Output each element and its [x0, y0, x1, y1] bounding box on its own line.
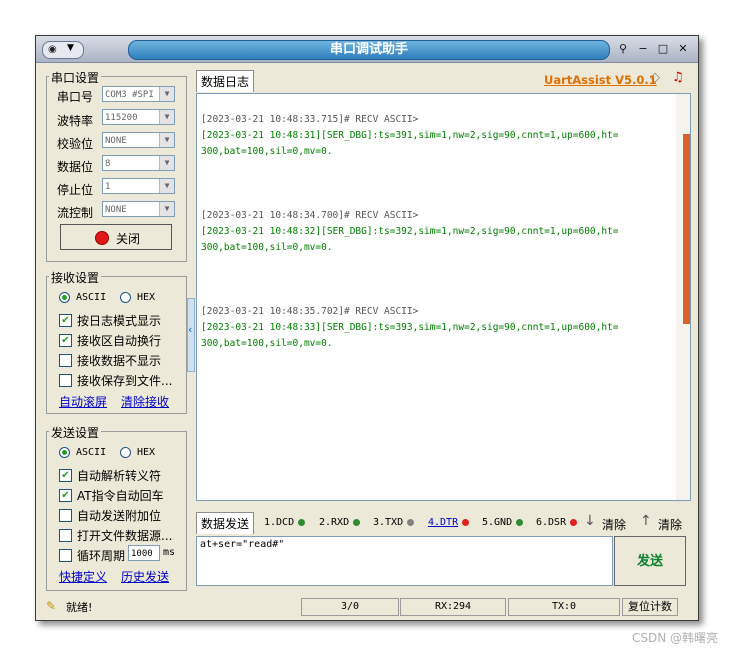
parse-escape-checkbox[interactable]: ✔ 自动解析转义符	[59, 467, 161, 484]
close-port-label: 关闭	[116, 232, 141, 246]
serial-settings-title: 串口设置	[49, 69, 102, 86]
flow-select[interactable]: NONE ▼	[102, 201, 175, 217]
brand-link[interactable]: UartAssist V5.0.1	[544, 73, 657, 87]
arrow-down-icon[interactable]: ↓	[584, 513, 596, 529]
panel-toggle-handle[interactable]: ‹	[187, 298, 195, 372]
rx-box: RX:294	[400, 598, 506, 616]
red-status-icon	[95, 231, 109, 245]
log-line-2a: [2023-03-21 10:48:32][SER_DBG]:ts=392,si…	[201, 226, 619, 237]
chevron-down-icon: ▼	[159, 202, 174, 216]
eye-icon: ◉	[48, 44, 57, 55]
hide-data-checkbox[interactable]: 接收数据不显示	[59, 352, 161, 369]
log-scrollbar[interactable]	[676, 94, 690, 500]
log-line-1a: [2023-03-21 10:48:31][SER_DBG]:ts=391,si…	[201, 130, 619, 141]
line-dsr: 6.DSR	[536, 517, 578, 528]
close-window-button[interactable]: ✕	[674, 41, 692, 57]
log-header-3: [2023-03-21 10:48:35.702]# RECV ASCII>	[201, 306, 419, 317]
maximize-button[interactable]: □	[654, 41, 672, 57]
chevron-down-icon: ▼	[159, 156, 174, 170]
line-dcd: 1.DCD	[264, 517, 306, 528]
auto-wrap-checkbox[interactable]: ✔ 接收区自动换行	[59, 332, 161, 349]
cycle-input[interactable]: 1000	[128, 545, 160, 561]
log-mode-checkbox[interactable]: ✔ 按日志模式显示	[59, 312, 161, 329]
send-hex-radio[interactable]: HEX	[120, 447, 155, 458]
databits-label: 数据位	[57, 160, 94, 174]
status-bar: ✎ 就绪! 3/0 RX:294 TX:0 复位计数	[36, 597, 698, 617]
log-line-3a: [2023-03-21 10:48:33][SER_DBG]:ts=393,si…	[201, 322, 619, 333]
title-bar: ◉ ▼ 串口调试助手 ⚲ − □ ✕	[36, 36, 698, 63]
status-text: 就绪!	[66, 601, 93, 614]
bell-icon[interactable]: ♫	[672, 70, 684, 85]
line-dtr[interactable]: 4.DTR	[428, 517, 470, 528]
chevron-down-icon: ▼	[67, 43, 74, 53]
receive-ascii-radio[interactable]: ASCII	[59, 292, 106, 303]
quick-def-link[interactable]: 快捷定义	[59, 568, 107, 585]
led-icon	[516, 519, 524, 526]
baud-label: 波特率	[57, 114, 94, 128]
main-window: ◉ ▼ 串口调试助手 ⚲ − □ ✕ 串口设置 串口号 COM3 #SPI ▼ 波…	[35, 35, 699, 621]
tab-data-send[interactable]: 数据发送	[196, 512, 255, 534]
watermark: CSDN @韩曙亮	[631, 631, 718, 645]
reset-count-button[interactable]: 复位计数	[622, 598, 678, 616]
log-header-1: [2023-03-21 10:48:33.715]# RECV ASCII>	[201, 114, 419, 125]
line-gnd: 5.GND	[482, 517, 524, 528]
chevron-left-icon: ‹	[188, 323, 193, 336]
led-icon	[407, 519, 415, 526]
receive-log-area[interactable]: [2023-03-21 10:48:33.715]# RECV ASCII> […	[196, 93, 691, 501]
chevron-down-icon: ▼	[159, 179, 174, 193]
port-label: 串口号	[57, 90, 94, 104]
parity-select[interactable]: NONE ▼	[102, 132, 175, 148]
chevron-down-icon: ▼	[159, 87, 174, 101]
led-icon	[353, 519, 361, 526]
cycle-checkbox[interactable]: 循环周期	[59, 547, 125, 564]
led-icon	[298, 519, 306, 526]
arrow-up-icon[interactable]: ↑	[640, 513, 652, 529]
tab-data-log[interactable]: 数据日志	[196, 70, 255, 92]
stopbits-label: 停止位	[57, 183, 94, 197]
tx-box: TX:0	[508, 598, 620, 616]
log-header-2: [2023-03-21 10:48:34.700]# RECV ASCII>	[201, 210, 419, 221]
baud-select[interactable]: 115200 ▼	[102, 109, 175, 125]
chevron-down-icon: ▼	[159, 110, 174, 124]
led-icon	[570, 519, 578, 526]
close-port-button[interactable]: 关闭	[60, 224, 172, 250]
clear-receive-link[interactable]: 清除接收	[121, 393, 169, 410]
system-menu-button[interactable]: ◉ ▼	[42, 41, 84, 59]
minimize-button[interactable]: −	[634, 41, 652, 57]
port-select[interactable]: COM3 #SPI ▼	[102, 86, 175, 102]
history-link[interactable]: 历史发送	[121, 568, 169, 585]
flow-label: 流控制	[57, 206, 94, 220]
scroll-thumb[interactable]	[683, 134, 690, 324]
clear-send-button[interactable]: 清除	[658, 516, 682, 533]
line-rxd: 2.RXD	[319, 517, 361, 528]
line-txd: 3.TXD	[373, 517, 415, 528]
log-line-2b: 300,bat=100,sil=0,mv=0.	[201, 242, 333, 253]
append-bits-checkbox[interactable]: 自动发送附加位	[59, 507, 161, 524]
auto-scroll-link[interactable]: 自动滚屏	[59, 393, 107, 410]
cycle-unit: ms	[163, 547, 176, 558]
send-ascii-radio[interactable]: ASCII	[59, 447, 106, 458]
stopbits-select[interactable]: 1 ▼	[102, 178, 175, 194]
send-button[interactable]: 发送	[614, 536, 686, 586]
pin-icon[interactable]: ⚲	[614, 41, 632, 57]
databits-select[interactable]: 8 ▼	[102, 155, 175, 171]
send-input[interactable]: at+ser="read#"	[196, 536, 613, 586]
window-title: 串口调试助手	[128, 40, 610, 60]
log-line-3b: 300,bat=100,sil=0,mv=0.	[201, 338, 333, 349]
at-auto-enter-checkbox[interactable]: ✔ AT指令自动回车	[59, 487, 164, 504]
send-settings-title: 发送设置	[49, 424, 102, 441]
open-file-checkbox[interactable]: 打开文件数据源...	[59, 527, 172, 544]
save-file-checkbox[interactable]: 接收保存到文件...	[59, 372, 172, 389]
clear-receive-button[interactable]: 清除	[602, 516, 626, 533]
chevron-down-icon: ▼	[159, 133, 174, 147]
diamond-icon[interactable]: ◇	[650, 70, 660, 85]
count-box: 3/0	[301, 598, 399, 616]
receive-hex-radio[interactable]: HEX	[120, 292, 155, 303]
receive-settings-title: 接收设置	[49, 269, 102, 286]
led-icon	[462, 519, 470, 526]
log-line-1b: 300,bat=100,sil=0,mv=0.	[201, 146, 333, 157]
parity-label: 校验位	[57, 137, 94, 151]
pencil-icon: ✎	[46, 599, 57, 613]
